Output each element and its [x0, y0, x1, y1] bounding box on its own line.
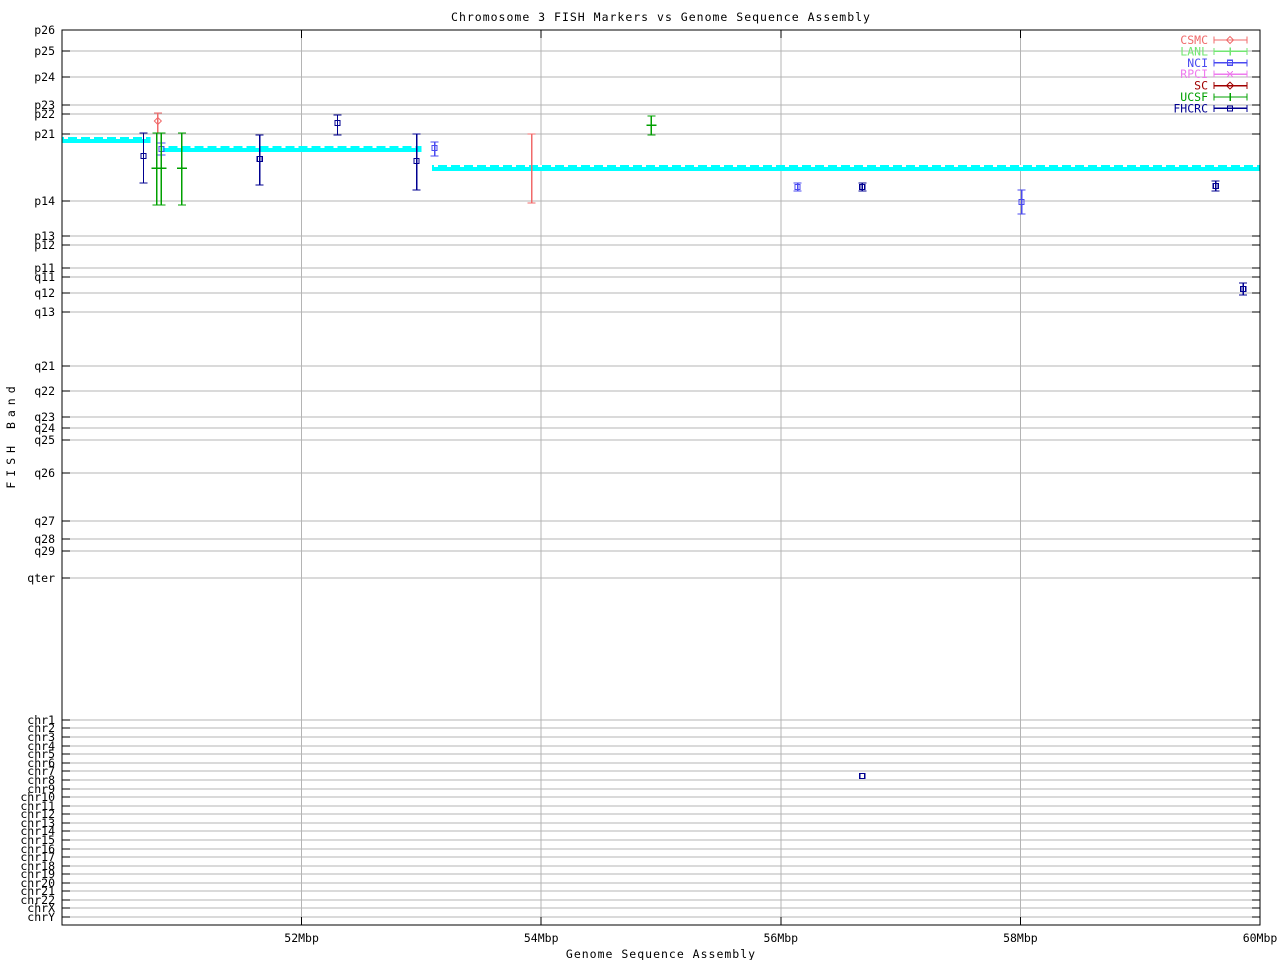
y-tick-label-p12: p12 — [34, 238, 55, 252]
y-tick-label-q22: q22 — [34, 384, 55, 398]
legend: CSMCLANLNCIRPCISCUCSFFHCRC — [1173, 33, 1248, 115]
legend-sample-csmc — [1213, 35, 1248, 45]
y-tick-label-q25: q25 — [34, 433, 55, 447]
assembly-band-highlight-track — [62, 137, 1260, 171]
x-tick-label-56: 56Mbp — [763, 931, 798, 945]
legend-sample-sc — [1213, 81, 1248, 90]
x-tick-labels: 52Mbp 54Mbp 56Mbp 58Mbp 60Mbp — [284, 931, 1277, 945]
legend-sample-fhcrc — [1213, 104, 1248, 112]
y-tick-label-chrY: chrY — [27, 910, 55, 924]
y-tick-label-q26: q26 — [34, 466, 55, 480]
y-tick-label-q12: q12 — [34, 286, 55, 300]
y-tick-label-q13: q13 — [34, 305, 55, 319]
axes — [61, 29, 1261, 926]
legend-label-fhcrc: FHCRC — [1173, 101, 1208, 115]
plot-border — [61, 29, 1261, 926]
y-tick-label-q11: q11 — [34, 270, 55, 284]
gridlines — [62, 29, 1261, 925]
legend-sample-nci — [1213, 59, 1248, 67]
y-tick-label-p24: p24 — [34, 70, 55, 84]
series-nci — [157, 141, 1026, 215]
x-tick-label-52: 52Mbp — [284, 931, 319, 945]
y-tick-label-p25: p25 — [34, 44, 55, 58]
y-tick-label-p14: p14 — [34, 194, 55, 208]
x-tick-label-54: 54Mbp — [524, 931, 559, 945]
y-tick-label-p26: p26 — [34, 23, 55, 37]
fhcrc-marker — [859, 772, 866, 780]
legend-sample-lanl — [1213, 47, 1248, 56]
x-tick-label-60: 60Mbp — [1243, 931, 1278, 945]
y-tick-label-qter: qter — [27, 571, 55, 585]
y-tick-label-q29: q29 — [34, 544, 55, 558]
y-tick-label-p21: p21 — [34, 127, 55, 141]
legend-sample-ucsf — [1213, 93, 1248, 101]
plot-area: p26p25p24p23p22p21p14p13p12p11q11q12q13q… — [20, 23, 1277, 945]
series-fhcrc — [139, 114, 1248, 780]
y-tick-label-q21: q21 — [34, 359, 55, 373]
y-tick-label-p22: p22 — [34, 107, 55, 121]
fish-marker-chart: Chromosome 3 FISH Markers vs Genome Sequ… — [0, 0, 1280, 960]
series-ucsf — [151, 115, 657, 206]
y-tick-label-q27: q27 — [34, 514, 55, 528]
series-csmc — [153, 112, 536, 204]
x-tick-label-58: 58Mbp — [1003, 931, 1038, 945]
y-tick-labels: p26p25p24p23p22p21p14p13p12p11q11q12q13q… — [20, 23, 55, 924]
